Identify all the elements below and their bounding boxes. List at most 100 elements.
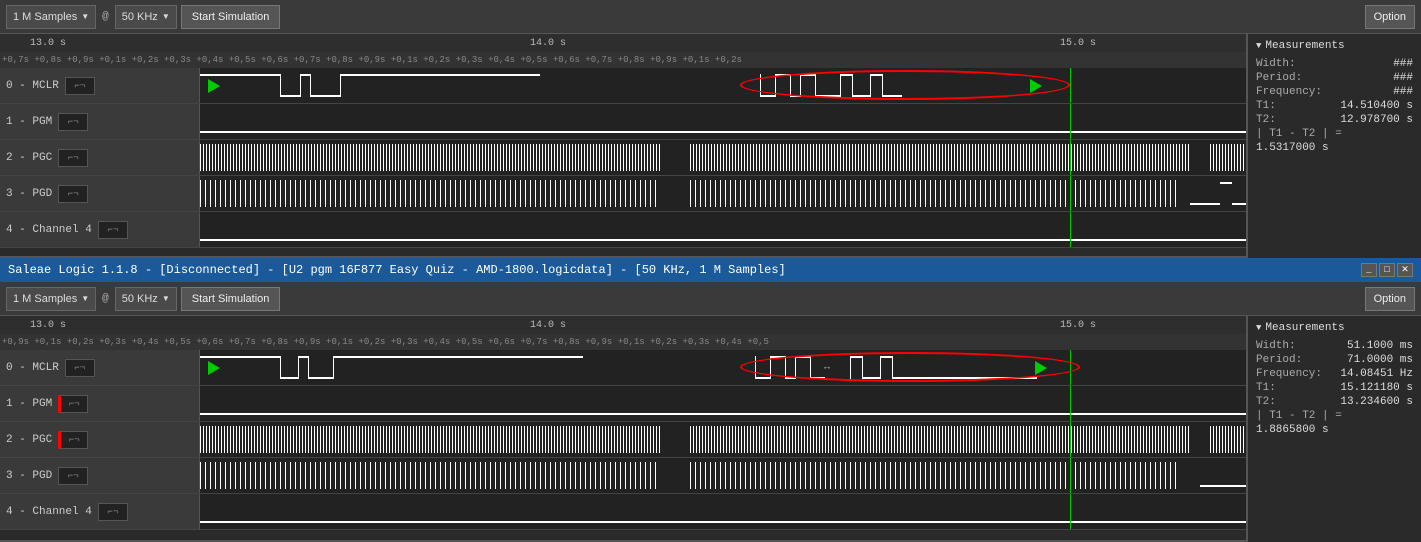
signal-row-pgm: 1 - PGM ⌐¬ [0,104,1421,140]
start-simulation-button-bottom[interactable]: Start Simulation [181,287,281,311]
measurements-title-top: Measurements [1256,40,1413,52]
signal-icon-pgm: ⌐¬ [58,113,88,131]
bottom-toolbar: 1 M Samples ▼ @ 50 KHz ▼ Start Simulatio… [0,282,1421,316]
signal-icon-mclr-b: ⌐¬ [65,359,95,377]
signal-name-ch4-b: 4 - Channel 4 [6,506,92,518]
pgc-b-dense2 [690,426,1190,453]
meas-t2-bottom: T2: 13.234600 s [1256,396,1413,408]
pgc-b-dense1 [200,426,660,453]
samples-dropdown-bottom[interactable]: 1 M Samples ▼ [6,287,96,311]
meas-period-bottom: Period: 71.0000 ms [1256,354,1413,366]
meas-width-label-b: Width: [1256,340,1296,352]
mclr-b-pulse6 [880,356,892,358]
signal-track-pgd-b [200,458,1421,493]
pgm-flat [200,131,1421,133]
close-button[interactable]: ✕ [1397,263,1413,277]
freq-arrow-icon: ▼ [162,12,170,21]
signal-name-mclr-b: 0 - MCLR [6,362,59,374]
mclr-pulse2 [300,74,310,76]
option-button[interactable]: Option [1365,5,1415,29]
mclr-pulse1 [200,74,280,76]
measurements-panel-bottom: Measurements Width: 51.1000 ms Period: 7… [1246,316,1421,542]
signal-label-pgd-b: 3 - PGD ⌐¬ [0,458,200,493]
bottom-ruler-major-2: 14.0 s [530,320,566,331]
title-bar: Saleae Logic 1.1.8 - [Disconnected] - [U… [0,258,1421,282]
play-marker-start [208,79,220,93]
pgm-b-flat [200,413,1421,415]
meas-diff-value: 1.5317000 s [1256,142,1413,154]
vline-pgc [1070,140,1071,175]
mclr-v10 [840,74,841,97]
vline-top [1070,68,1071,103]
mclr-b-v7 [785,356,786,379]
top-ruler-major: 13.0 s 14.0 s 15.0 s [0,34,1421,52]
minimize-button[interactable]: _ [1361,263,1377,277]
meas-period-value: ### [1393,72,1413,84]
pgd-b-low [1200,485,1250,487]
ruler-major-3: 15.0 s [1060,38,1096,49]
option-button-bottom[interactable]: Option [1365,287,1415,311]
signal-track-pgd [200,176,1421,211]
start-simulation-button[interactable]: Start Simulation [181,5,281,29]
freq-dropdown[interactable]: 50 KHz ▼ [115,5,177,29]
mclr-high2 [340,74,540,76]
signal-label-ch4: 4 - Channel 4 ⌐¬ [0,212,200,247]
meas-diff-value-b: 1.8865800 s [1256,424,1413,436]
ruler-major-2: 14.0 s [530,38,566,49]
mclr-v1 [280,74,281,97]
mclr-b-pulse2 [298,356,308,358]
mclr-b-v1 [280,356,281,379]
mclr-b-low7 [892,377,1037,379]
meas-width-label: Width: [1256,58,1296,70]
meas-t1-value: 14.510400 s [1340,100,1413,112]
mclr-v3 [310,74,311,97]
signal-label-pgc-b: 2 - PGC ⌐¬ [0,422,200,457]
signal-row-ch4: 4 - Channel 4 ⌐¬ [0,212,1421,248]
freq-dropdown-bottom[interactable]: 50 KHz ▼ [115,287,177,311]
samples-label: 1 M Samples [13,11,77,23]
mclr-pulse6 [870,74,882,76]
signal-row-pgc-b: 2 - PGC ⌐¬ [0,422,1421,458]
mclr-b-v6 [770,356,771,379]
vline-pgm-b [1070,386,1071,421]
vline-pgd [1070,176,1071,211]
mclr-b-pulse4 [795,356,810,358]
meas-t2-value-b: 13.234600 s [1340,396,1413,408]
pgc-dense2 [690,144,1190,171]
mclr-pulse5 [840,74,852,76]
signal-track-mclr-b: ↔ [200,350,1421,385]
signal-track-pgm-b [200,386,1421,421]
mclr-b-low5 [810,377,825,379]
meas-t2-label: T2: [1256,114,1276,126]
signal-icon-pgd-b: ⌐¬ [58,467,88,485]
signal-name-pgc-b: 2 - PGC [6,434,52,446]
meas-freq-top: Frequency: ### [1256,86,1413,98]
signal-icon-pgd: ⌐¬ [58,185,88,203]
measurements-panel-top: Measurements Width: ### Period: ### Freq… [1246,34,1421,258]
signal-name-pgm-b: 1 - PGM [6,398,52,410]
restore-button[interactable]: □ [1379,263,1395,277]
meas-period-value-b: 71.0000 ms [1347,354,1413,366]
meas-width-bottom: Width: 51.1000 ms [1256,340,1413,352]
pgd-dense2 [690,180,1180,207]
samples-arrow-icon-bottom: ▼ [81,294,89,303]
top-panel: 1 M Samples ▼ @ 50 KHz ▼ Start Simulatio… [0,0,1421,258]
mclr-low3 [760,95,775,97]
vline-pgm [1070,104,1071,139]
signal-row-pgd-b: 3 - PGD ⌐¬ [0,458,1421,494]
measurements-title-bottom: Measurements [1256,322,1413,334]
play-marker-start-b [208,361,220,375]
at-label-bottom: @ [100,293,111,305]
meas-diff-top: | T1 - T2 | = 1.5317000 s [1256,128,1413,154]
pgc-dense1 [200,144,660,171]
meas-t2-label-b: T2: [1256,396,1276,408]
meas-diff-label-b: | T1 - T2 | = [1256,410,1413,422]
signal-icon-pgc-b: ⌐¬ [58,431,88,449]
mclr-v11 [852,74,853,97]
meas-t2-value: 12.978700 s [1340,114,1413,126]
samples-dropdown[interactable]: 1 M Samples ▼ [6,5,96,29]
signal-label-pgd: 3 - PGD ⌐¬ [0,176,200,211]
signal-icon-ch4: ⌐¬ [98,221,128,239]
signal-name-mclr: 0 - MCLR [6,80,59,92]
top-ruler-minor: +0,7s +0,8s +0,9s +0,1s +0,2s +0,3s +0,4… [0,52,1421,68]
